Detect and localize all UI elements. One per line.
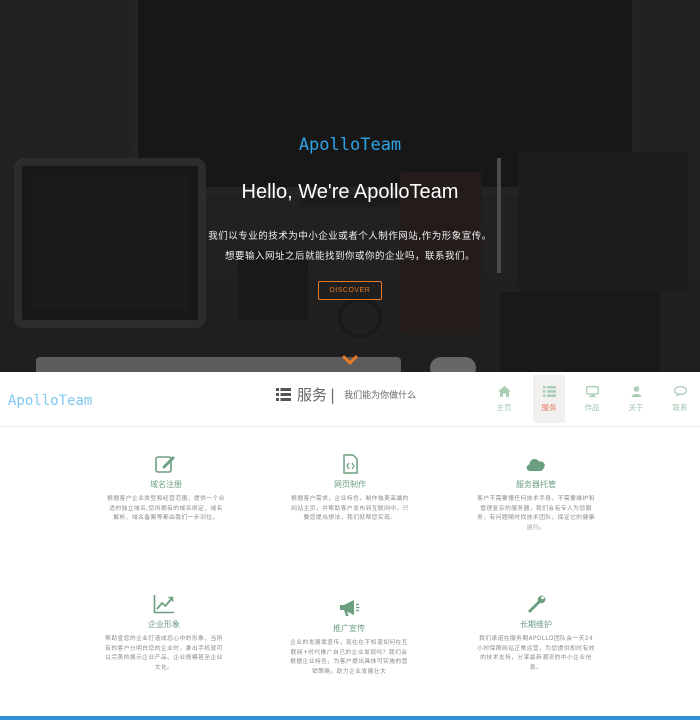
user-icon: [631, 385, 641, 397]
bottom-accent-bar: [0, 716, 700, 720]
section-subtitle: 我们能为你做什么: [344, 391, 417, 401]
code-file-icon: [343, 454, 358, 474]
nav-item-services[interactable]: 服务: [533, 375, 565, 423]
nav-item-home[interactable]: 主页: [489, 375, 519, 423]
hero-title: Hello, We're ApolloTeam: [241, 181, 459, 203]
monitor-icon: [585, 385, 599, 397]
service-title: 企业形象: [148, 620, 180, 629]
hero-brand: ApolloTeam: [298, 135, 402, 155]
service-title: 服务器托管: [516, 480, 556, 489]
hero-banner: ApolloTeam Hello, We're ApolloTeam 我们以专业…: [0, 0, 700, 372]
service-title: 推广宣传: [333, 624, 365, 633]
nav-item-about[interactable]: 关于: [621, 375, 651, 423]
nav-menu: 主页 服务 作品 关于 联系: [489, 375, 700, 423]
nav-item-contact[interactable]: 联系: [665, 375, 695, 423]
service-maintenance: 长期维护 我们承诺在服务期APOLLO团队会一天24小时保障网站正常运营，为您提…: [461, 594, 611, 673]
megaphone-icon: [340, 600, 360, 616]
home-icon: [497, 385, 511, 397]
edit-icon: [155, 456, 175, 473]
wrench-icon: [528, 595, 546, 613]
nav-item-label: 作品: [584, 402, 600, 412]
cloud-icon: [526, 459, 545, 471]
service-promotion: 推广宣传 企业的发展靠宣传，现在在不知道如何在互联网+时代推广自己的企业发现吗？…: [274, 598, 424, 677]
logo[interactable]: ApolloTeam: [8, 393, 92, 409]
service-corporate-image: 企业形象 帮助宣您的企业打造成您心中的形象，当所有的客户分明白您的企业时，拿出手…: [89, 594, 239, 673]
chart-icon: [153, 595, 174, 614]
chevron-down-icon[interactable]: [342, 354, 358, 366]
service-description: 根据客户企业类型和经营范围，提供一个合适的独立域名,您所拥有的域名绑定、域名解析…: [107, 496, 225, 521]
nav-item-works[interactable]: 作品: [577, 375, 607, 423]
section-separator: |: [330, 385, 336, 404]
nav-item-label: 主页: [496, 402, 512, 412]
chat-icon: [673, 385, 687, 397]
navigation-bar: ApolloTeam 服务 | 我们能为你做什么 主页 服务 作品 关于 联系: [0, 372, 700, 427]
hero-description-line-1: 我们以专业的技术为中小企业或者个人制作网站,作为形象宣传。: [208, 231, 492, 242]
service-domain-registration: 域名注册 根据客户企业类型和经营范围，提供一个合适的独立域名,您所拥有的域名绑定…: [91, 454, 241, 524]
list-icon: [276, 388, 291, 401]
nav-item-label: 关于: [628, 402, 644, 412]
service-description: 我们承诺在服务期APOLLO团队会一天24小时保障网站正常运营，为您提供即时有效…: [477, 636, 595, 671]
service-description: 帮助宣您的企业打造成您心中的形象，当所有的客户分明白您的企业时，拿出手机就可以完…: [105, 636, 223, 671]
service-web-design: 网页制作 根据客户需求，企业特色，制作独美高端的网站主页，并帮助客户发布到互联网…: [275, 454, 425, 524]
service-title: 长期维护: [520, 620, 552, 629]
discover-button[interactable]: DISCOVER: [318, 281, 382, 300]
nav-item-label: 联系: [672, 402, 688, 412]
nav-item-label: 服务: [541, 402, 557, 412]
section-header: 服务 | 我们能为你做什么: [276, 384, 416, 405]
service-description: 企业的发展靠宣传，现在在不知道如何在互联网+时代推广自己的企业发现吗？我们会根据…: [290, 640, 408, 675]
hero-description-line-2: 想要输入网址之后就能找到你或你的企业吗，联系我们。: [224, 251, 475, 262]
service-title: 域名注册: [150, 480, 182, 489]
service-description: 客户不需要懂任何技术手段，不需要维护和管理复杂的服务器，我们会有专人为您服务，有…: [477, 496, 595, 531]
service-title: 网页制作: [334, 480, 366, 489]
list-icon: [542, 385, 556, 397]
service-description: 根据客户需求，企业特色，制作独美高端的网站主页，并帮助客户发布到互联网中，只要您…: [291, 496, 409, 521]
section-title: 服务: [297, 386, 328, 404]
service-server-hosting: 服务器托管 客户不需要懂任何技术手段，不需要维护和管理复杂的服务器，我们会有专人…: [461, 454, 611, 533]
